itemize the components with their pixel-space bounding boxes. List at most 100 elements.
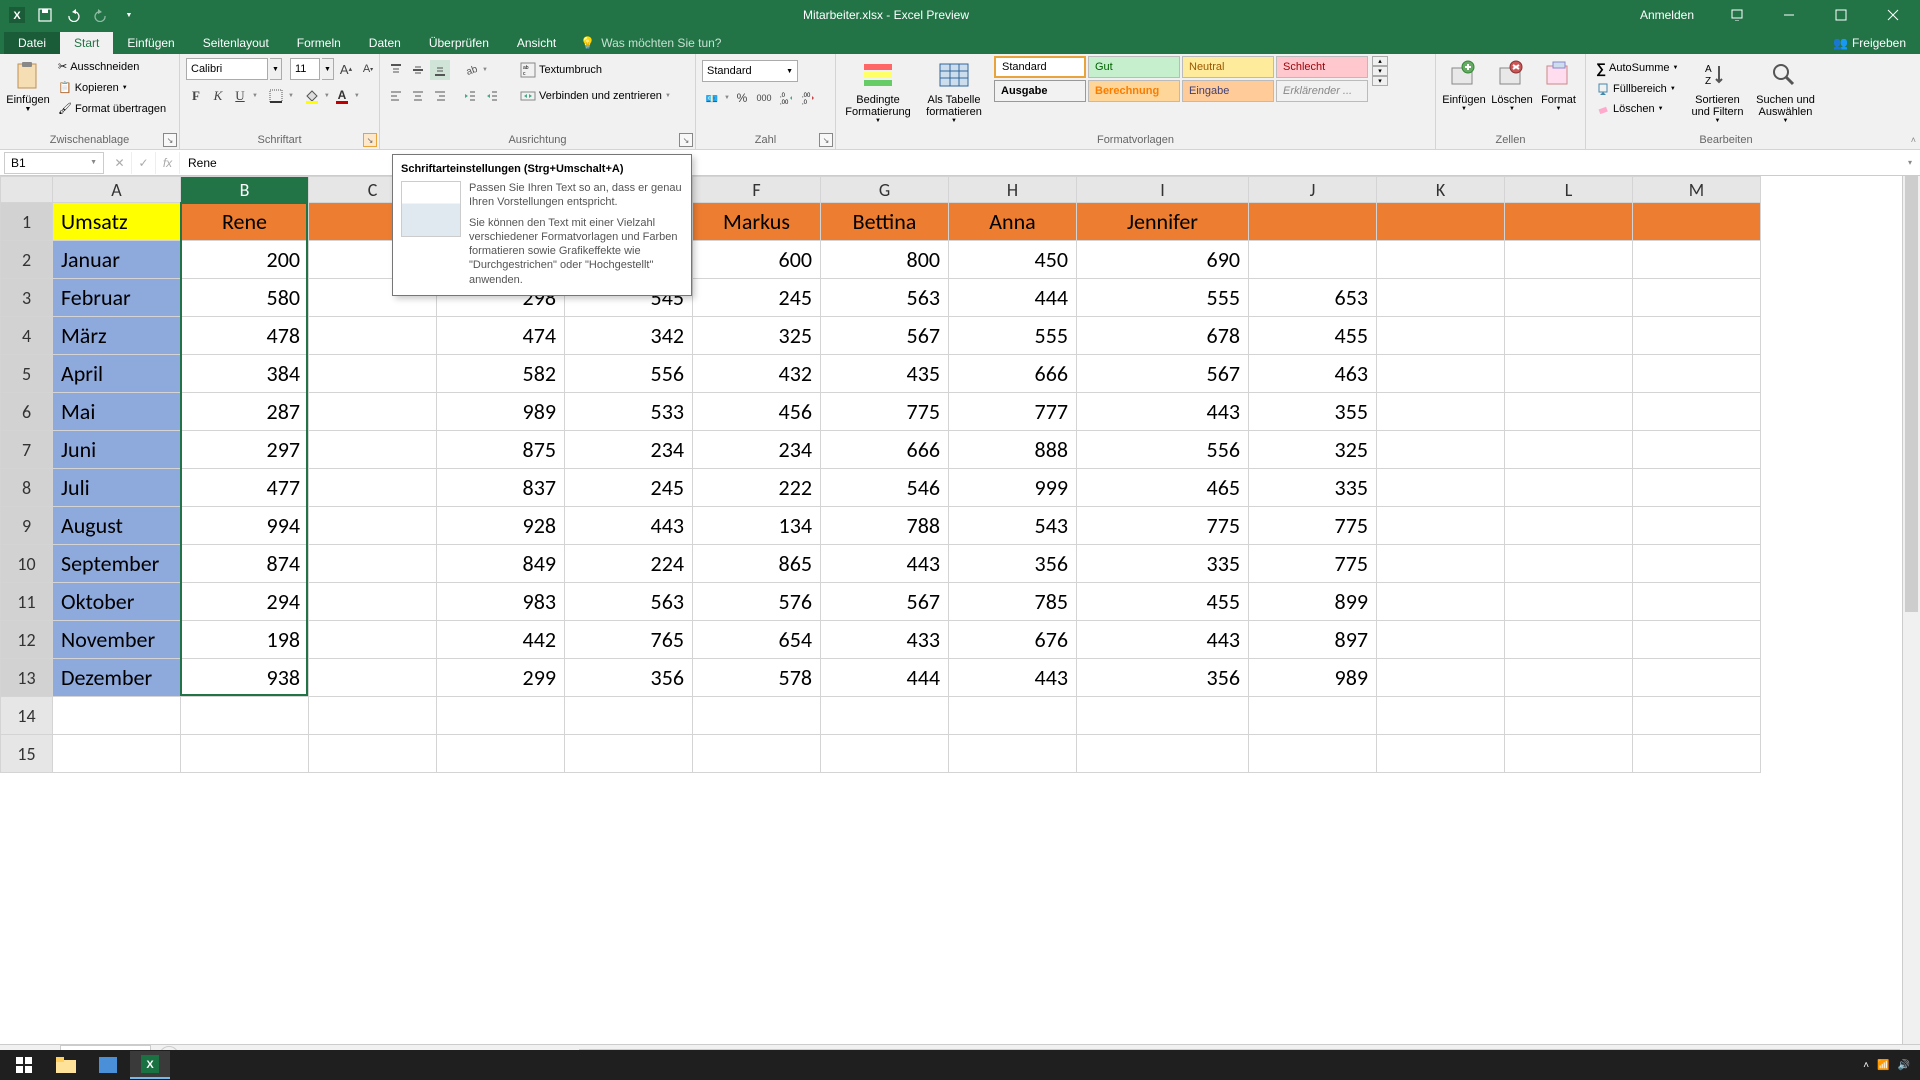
comma-format-icon[interactable]: 000 [754,88,774,108]
cell-D14[interactable] [437,697,565,735]
maximize-button[interactable] [1818,0,1864,30]
cell-J7[interactable]: 325 [1249,431,1377,469]
cell-D9[interactable]: 928 [437,507,565,545]
tab-formulas[interactable]: Formeln [283,32,355,54]
cell-F5[interactable]: 432 [693,355,821,393]
cell-I12[interactable]: 443 [1077,621,1249,659]
cell-E4[interactable]: 342 [565,317,693,355]
cell-K14[interactable] [1377,697,1505,735]
ribbon-options-icon[interactable] [1714,0,1760,30]
cell-C7[interactable] [309,431,437,469]
style-gut[interactable]: Gut [1088,56,1180,78]
cell-E7[interactable]: 234 [565,431,693,469]
cell-B14[interactable] [181,697,309,735]
cell-A1[interactable]: Umsatz [53,203,181,241]
cell-E13[interactable]: 356 [565,659,693,697]
cell-L2[interactable] [1505,241,1633,279]
cell-J13[interactable]: 989 [1249,659,1377,697]
row-header-3[interactable]: 3 [1,279,53,317]
cell-I14[interactable] [1077,697,1249,735]
fx-button[interactable]: fx [156,152,180,174]
cell-B2[interactable]: 200 [181,241,309,279]
cell-F4[interactable]: 325 [693,317,821,355]
tab-file[interactable]: Datei [4,32,60,54]
cell-G15[interactable] [821,735,949,773]
number-format-dropdown[interactable]: Standard▼ [702,60,798,82]
cell-F7[interactable]: 234 [693,431,821,469]
format-painter-button[interactable]: 🖌Format übertragen [54,100,170,117]
cell-M14[interactable] [1633,697,1761,735]
align-middle-icon[interactable] [408,60,428,80]
cell-I3[interactable]: 555 [1077,279,1249,317]
cell-D13[interactable]: 299 [437,659,565,697]
cell-B1[interactable]: Rene [181,203,309,241]
tray-volume-icon[interactable]: 🔊 [1898,1060,1910,1071]
border-button[interactable] [266,86,286,106]
row-header-10[interactable]: 10 [1,545,53,583]
cell-C4[interactable] [309,317,437,355]
cell-J1[interactable] [1249,203,1377,241]
cell-M4[interactable] [1633,317,1761,355]
style-neutral[interactable]: Neutral [1182,56,1274,78]
cell-G7[interactable]: 666 [821,431,949,469]
conditional-formatting-button[interactable]: Bedingte Formatierung▼ [842,56,914,129]
cell-I8[interactable]: 465 [1077,469,1249,507]
increase-decimal-icon[interactable]: ,0,00 [776,88,796,108]
row-header-6[interactable]: 6 [1,393,53,431]
row-header-7[interactable]: 7 [1,431,53,469]
cell-H11[interactable]: 785 [949,583,1077,621]
font-name-dropdown[interactable]: ▼ [270,58,282,80]
cell-M5[interactable] [1633,355,1761,393]
cell-G13[interactable]: 444 [821,659,949,697]
align-top-icon[interactable] [386,60,406,80]
cell-B4[interactable]: 478 [181,317,309,355]
cell-K8[interactable] [1377,469,1505,507]
cell-C14[interactable] [309,697,437,735]
cell-C11[interactable] [309,583,437,621]
cell-M15[interactable] [1633,735,1761,773]
cell-C8[interactable] [309,469,437,507]
cell-M6[interactable] [1633,393,1761,431]
taskbar-excel[interactable]: X [130,1051,170,1079]
select-all-corner[interactable] [1,177,53,203]
cell-L6[interactable] [1505,393,1633,431]
cell-K13[interactable] [1377,659,1505,697]
sort-filter-button[interactable]: AZ Sortieren und Filtern▼ [1686,56,1748,129]
italic-button[interactable]: K [208,86,228,106]
style-berechnung[interactable]: Berechnung [1088,80,1180,102]
cell-D10[interactable]: 849 [437,545,565,583]
cell-C10[interactable] [309,545,437,583]
cell-I6[interactable]: 443 [1077,393,1249,431]
cell-E10[interactable]: 224 [565,545,693,583]
undo-icon[interactable] [64,6,82,24]
decrease-decimal-icon[interactable]: ,00,0 [798,88,818,108]
cell-M9[interactable] [1633,507,1761,545]
cell-B12[interactable]: 198 [181,621,309,659]
cell-A10[interactable]: September [53,545,181,583]
cell-C13[interactable] [309,659,437,697]
cell-C5[interactable] [309,355,437,393]
column-header-G[interactable]: G [821,177,949,203]
cell-A4[interactable]: März [53,317,181,355]
cell-K2[interactable] [1377,241,1505,279]
cell-L4[interactable] [1505,317,1633,355]
row-header-4[interactable]: 4 [1,317,53,355]
tray-network-icon[interactable]: 📶 [1877,1060,1889,1071]
format-as-table-button[interactable]: Als Tabelle formatieren▼ [918,56,990,129]
style-eingabe[interactable]: Eingabe [1182,80,1274,102]
cell-H5[interactable]: 666 [949,355,1077,393]
cell-H7[interactable]: 888 [949,431,1077,469]
style-erklaerender[interactable]: Erklärender ... [1276,80,1368,102]
cell-A9[interactable]: August [53,507,181,545]
cell-A2[interactable]: Januar [53,241,181,279]
tab-insert[interactable]: Einfügen [113,32,188,54]
cell-I1[interactable]: Jennifer [1077,203,1249,241]
delete-cells-button[interactable]: Löschen▼ [1490,56,1534,117]
cell-L5[interactable] [1505,355,1633,393]
cell-L3[interactable] [1505,279,1633,317]
cell-M3[interactable] [1633,279,1761,317]
percent-format-icon[interactable]: % [732,88,752,108]
cell-D4[interactable]: 474 [437,317,565,355]
cell-G5[interactable]: 435 [821,355,949,393]
cell-L8[interactable] [1505,469,1633,507]
